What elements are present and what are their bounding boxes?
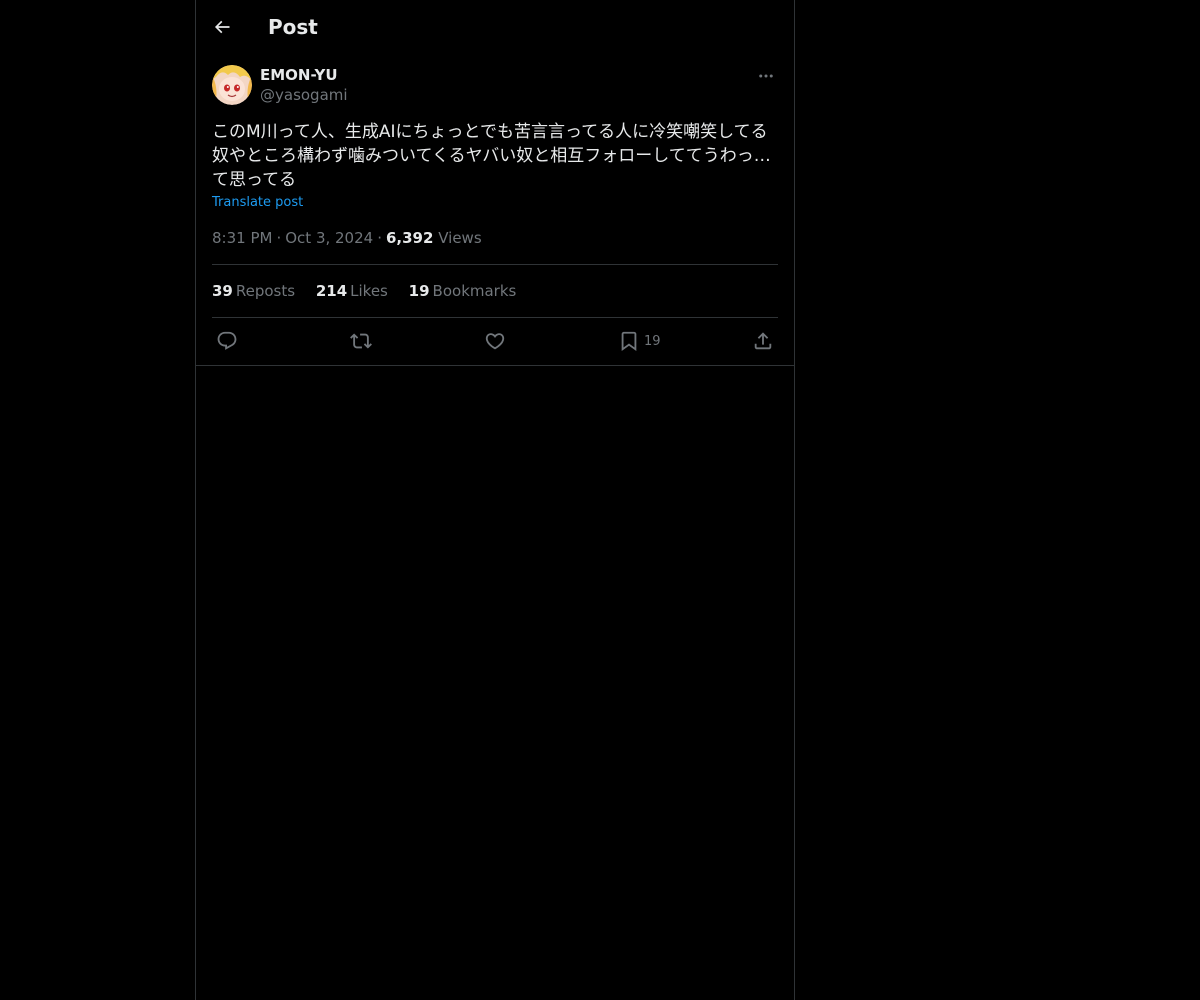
translate-post-link[interactable]: Translate post <box>212 194 303 212</box>
post-header: Post <box>196 0 794 54</box>
bookmarks-count: 19 <box>408 282 430 300</box>
divider <box>212 264 778 265</box>
engagement-stats: 39 Reposts 214 Likes 19 Bookmarks <box>212 281 532 301</box>
likes-stat[interactable]: 214 Likes <box>316 281 388 301</box>
avatar-image <box>212 65 252 105</box>
action-bar: 19 <box>212 328 778 354</box>
arrow-left-icon <box>214 20 230 34</box>
bookmarks-stat[interactable]: 19 Bookmarks <box>409 281 517 301</box>
repost-button[interactable] <box>350 328 372 354</box>
post-text: このM川って人、生成AIにちょっとでも苦言言ってる人に冷笑嘲笑してる奴やところ構… <box>212 122 771 190</box>
primary-column: Post EMON-YU @yasogami このM川って人、生成AIにちょっと… <box>195 0 795 1000</box>
post-time[interactable]: 8:31 PM <box>212 229 272 247</box>
post-date[interactable]: Oct 3, 2024 <box>285 229 373 247</box>
author-display-name[interactable]: EMON-YU <box>260 65 338 85</box>
more-horizontal-icon <box>759 74 773 78</box>
bookmark-count: 19 <box>644 333 661 349</box>
meta-separator: · <box>377 229 382 247</box>
author-handle[interactable]: @yasogami <box>260 85 348 105</box>
divider <box>212 317 778 318</box>
post-metadata: 8:31 PM · Oct 3, 2024 · 6,392 Views <box>212 228 482 248</box>
share-button[interactable] <box>752 328 774 354</box>
reposts-label: Reposts <box>235 282 296 300</box>
reposts-count: 39 <box>212 282 233 300</box>
back-button[interactable] <box>210 15 234 39</box>
views-label: Views <box>438 229 482 247</box>
views-count: 6,392 <box>385 229 434 247</box>
post-bottom-divider <box>196 365 794 366</box>
reposts-stat[interactable]: 39 Reposts <box>212 281 295 301</box>
reply-button[interactable] <box>216 328 238 354</box>
share-icon <box>754 332 772 350</box>
meta-separator: · <box>276 229 282 247</box>
bookmark-button[interactable]: 19 <box>618 328 661 354</box>
reply-icon <box>217 331 237 350</box>
avatar[interactable] <box>212 65 252 105</box>
bookmark-icon <box>621 331 637 352</box>
like-button[interactable] <box>484 328 506 354</box>
likes-count: 214 <box>315 282 348 300</box>
heart-icon <box>485 333 505 350</box>
page-title: Post <box>268 15 318 39</box>
bookmarks-label: Bookmarks <box>432 282 517 300</box>
repost-icon <box>350 333 372 349</box>
likes-label: Likes <box>350 282 388 300</box>
more-options-button[interactable] <box>754 64 778 88</box>
